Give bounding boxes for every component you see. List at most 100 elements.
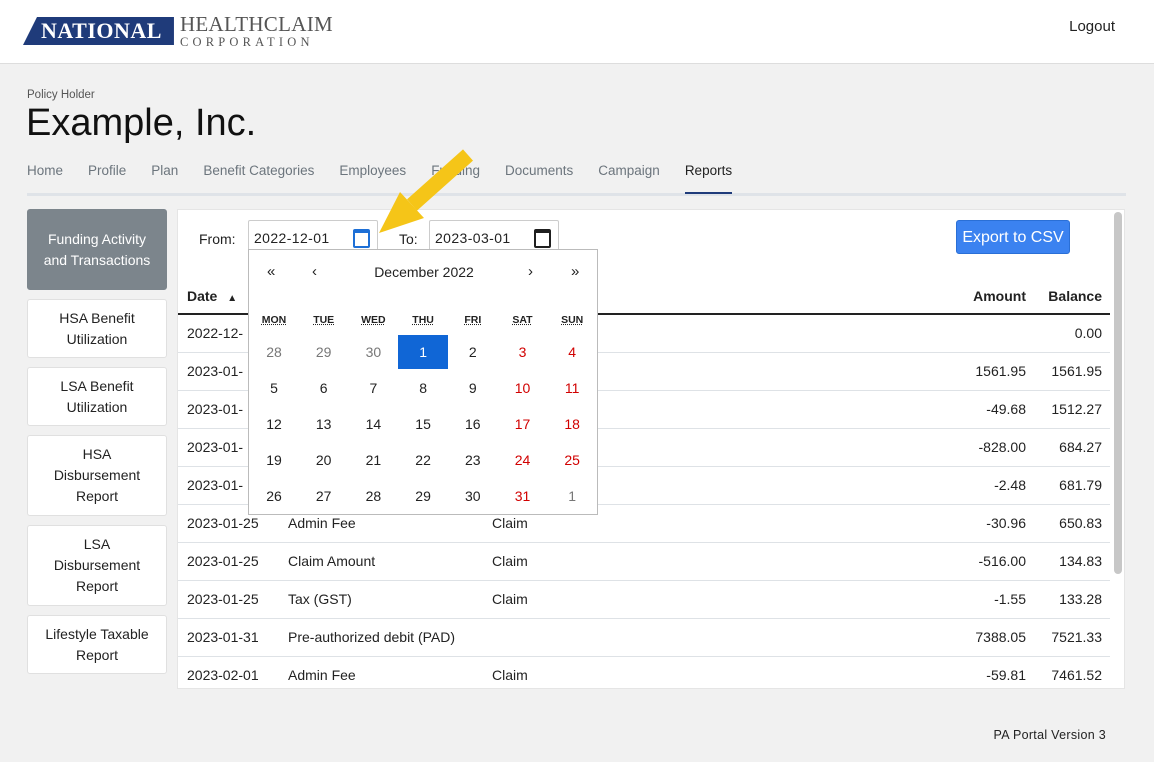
cell-amount: -516.00 bbox=[978, 553, 1026, 569]
cell-description: Admin Fee bbox=[288, 515, 356, 531]
tab-home[interactable]: Home bbox=[27, 161, 63, 192]
calendar-day[interactable]: 29 bbox=[299, 335, 349, 369]
cell-amount: -2.48 bbox=[994, 477, 1026, 493]
sidebar-item-label: LSA Disbursement Report bbox=[53, 536, 141, 594]
cell-description: Claim Amount bbox=[288, 553, 376, 569]
sidebar-item-lsa-disbursement-report[interactable]: LSA Disbursement Report bbox=[27, 525, 167, 606]
calendar-icon[interactable] bbox=[534, 229, 551, 248]
calendar-day[interactable]: 15 bbox=[398, 407, 448, 441]
cell-date: 2023-01- bbox=[187, 439, 244, 455]
weekday-header: SAT bbox=[512, 314, 533, 326]
cell-balance: 1561.95 bbox=[1051, 363, 1102, 379]
cell-date: 2022-12- bbox=[187, 325, 244, 341]
table-row[interactable]: 2023-01-25 Claim Amount Claim -516.00 134.83 bbox=[178, 542, 1110, 581]
cell-balance: 684.27 bbox=[1059, 439, 1102, 455]
tab-funding[interactable]: Funding bbox=[431, 161, 480, 192]
cell-amount: 1561.95 bbox=[975, 363, 1026, 379]
company-logo[interactable]: NATIONAL HEALTHCLAIM CORPORATION bbox=[23, 11, 333, 48]
table-row[interactable]: 2023-01-31 Pre-authorized debit (PAD) 7388… bbox=[178, 618, 1110, 657]
sidebar-item-label: Lifestyle Taxable Report bbox=[45, 625, 149, 663]
table-row[interactable]: 2023-01-25 Tax (GST) Claim -1.55 133.28 bbox=[178, 580, 1110, 619]
sidebar-item-lifestyle-taxable-report[interactable]: Lifestyle Taxable Report bbox=[27, 615, 167, 674]
tab-reports[interactable]: Reports bbox=[684, 161, 733, 194]
cell-type: Claim bbox=[492, 553, 528, 569]
panel-scrollbar[interactable] bbox=[1114, 212, 1122, 574]
calendar-day[interactable]: 18 bbox=[547, 407, 597, 441]
logout-link[interactable]: Logout bbox=[1069, 18, 1115, 35]
calendar-day[interactable]: 6 bbox=[299, 371, 349, 405]
calendar-day[interactable]: 24 bbox=[498, 443, 548, 477]
calendar-day[interactable]: 7 bbox=[348, 371, 398, 405]
weekday-header: FRI bbox=[464, 314, 482, 326]
amount-column-header[interactable]: Amount bbox=[973, 288, 1026, 304]
sidebar-item-hsa-disbursement-report[interactable]: HSA Disbursement Report bbox=[27, 435, 167, 516]
weekday-header: TUE bbox=[313, 314, 335, 326]
tab-campaign[interactable]: Campaign bbox=[598, 161, 660, 192]
calendar-day[interactable]: 14 bbox=[348, 407, 398, 441]
calendar-day[interactable]: 30 bbox=[348, 335, 398, 369]
balance-column-header[interactable]: Balance bbox=[1048, 288, 1102, 304]
calendar-day[interactable]: 11 bbox=[547, 371, 597, 405]
calendar-day[interactable]: 29 bbox=[398, 479, 448, 513]
cell-amount: -1.55 bbox=[994, 591, 1026, 607]
logo-line-1: HEALTHCLAIM bbox=[179, 11, 333, 36]
export-csv-button[interactable]: Export to CSV bbox=[956, 220, 1070, 254]
calendar-day[interactable]: 31 bbox=[498, 479, 548, 513]
calendar-day[interactable]: 28 bbox=[249, 335, 299, 369]
sidebar-item-label: LSA Benefit Utilization bbox=[60, 377, 134, 415]
calendar-day[interactable]: 26 bbox=[249, 479, 299, 513]
cell-description: Tax (GST) bbox=[288, 591, 352, 607]
tab-benefit-categories[interactable]: Benefit Categories bbox=[203, 161, 314, 192]
calendar-day[interactable]: 10 bbox=[498, 371, 548, 405]
calendar-day[interactable]: 3 bbox=[498, 335, 548, 369]
tab-plan[interactable]: Plan bbox=[151, 161, 178, 192]
calendar-day[interactable]: 30 bbox=[448, 479, 498, 513]
calendar-day[interactable]: 5 bbox=[249, 371, 299, 405]
calendar-day[interactable]: 12 bbox=[249, 407, 299, 441]
cell-amount: -828.00 bbox=[978, 439, 1026, 455]
calendar-icon[interactable] bbox=[353, 229, 370, 248]
calendar-day[interactable]: 17 bbox=[498, 407, 548, 441]
calendar-day[interactable]: 22 bbox=[398, 443, 448, 477]
next-month-button[interactable]: › bbox=[528, 263, 533, 280]
calendar-day[interactable]: 19 bbox=[249, 443, 299, 477]
next-year-button[interactable]: » bbox=[571, 263, 579, 280]
table-row[interactable]: 2023-02-01 Admin Fee Claim -59.81 7461.52 bbox=[178, 656, 1110, 688]
calendar-day[interactable]: 4 bbox=[547, 335, 597, 369]
cell-date: 2023-01-25 bbox=[187, 591, 259, 607]
calendar-day[interactable]: 28 bbox=[348, 479, 398, 513]
calendar-day[interactable]: 25 bbox=[547, 443, 597, 477]
calendar-day[interactable]: 2 bbox=[448, 335, 498, 369]
weekday-header: WED bbox=[361, 314, 386, 326]
tab-profile[interactable]: Profile bbox=[88, 161, 126, 192]
tab-documents[interactable]: Documents bbox=[505, 161, 573, 192]
cell-date: 2023-01- bbox=[187, 363, 244, 379]
date-picker-popup: « ‹ December 2022 › » MON TUE WED THU FRI SAT… bbox=[248, 249, 598, 515]
calendar-month-label[interactable]: December 2022 bbox=[249, 264, 599, 280]
cell-balance: 7461.52 bbox=[1051, 667, 1102, 683]
sidebar-item-lsa-benefit-utilization[interactable]: LSA Benefit Utilization bbox=[27, 367, 167, 426]
sidebar-item-label: Funding Activity and Transactions bbox=[43, 230, 151, 268]
calendar-day[interactable]: 21 bbox=[348, 443, 398, 477]
calendar-day[interactable]: 8 bbox=[398, 371, 448, 405]
date-column-header[interactable]: Date ▲ bbox=[187, 288, 237, 304]
calendar-day[interactable]: 1 bbox=[547, 479, 597, 513]
tab-employees[interactable]: Employees bbox=[339, 161, 406, 192]
calendar-day[interactable]: 16 bbox=[448, 407, 498, 441]
cell-date: 2023-02-01 bbox=[187, 667, 259, 683]
sidebar-item-label: HSA Benefit Utilization bbox=[59, 309, 135, 347]
calendar-day[interactable]: 20 bbox=[299, 443, 349, 477]
calendar-day[interactable]: 27 bbox=[299, 479, 349, 513]
from-label: From: bbox=[199, 231, 236, 247]
calendar-day[interactable]: 9 bbox=[448, 371, 498, 405]
sidebar-item-funding-activity-and-transactions[interactable]: Funding Activity and Transactions bbox=[27, 209, 167, 290]
calendar-day[interactable]: 23 bbox=[448, 443, 498, 477]
calendar-day[interactable]: 1 bbox=[398, 335, 449, 369]
calendar-day[interactable]: 13 bbox=[299, 407, 349, 441]
logo-line-2: CORPORATION bbox=[179, 34, 314, 49]
weekday-header: SUN bbox=[561, 314, 584, 326]
cell-description: Admin Fee bbox=[288, 667, 356, 683]
portal-version: PA Portal Version 3 bbox=[993, 728, 1106, 742]
cell-type: Claim bbox=[492, 667, 528, 683]
sidebar-item-hsa-benefit-utilization[interactable]: HSA Benefit Utilization bbox=[27, 299, 167, 358]
